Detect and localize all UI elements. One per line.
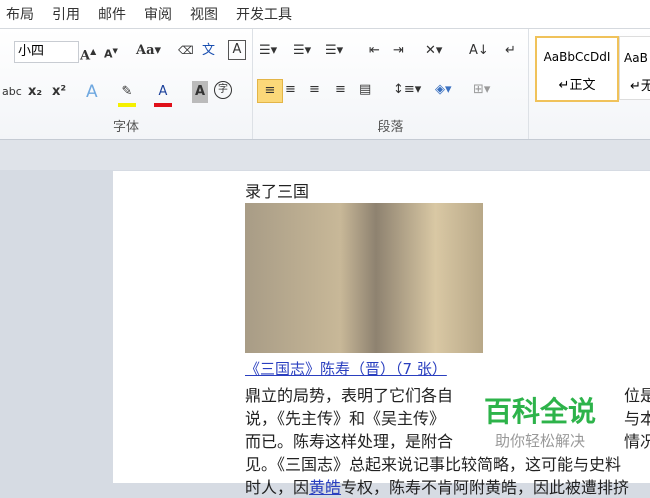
- clear-format-icon[interactable]: ⌫: [178, 40, 194, 62]
- style-preview: AaBbCcDdI: [543, 50, 611, 64]
- char-border-icon[interactable]: A: [228, 40, 246, 60]
- align-left-button[interactable]: ≡: [257, 79, 283, 103]
- ribbon: 小四 A▲ A▼ Aa▾ ⌫ 文 A abc x₂ x² A ✎ A A 字 字…: [0, 29, 650, 140]
- doc-line: 说，《先主传》和《吴主传》: [245, 409, 446, 428]
- style-name: ↵无: [630, 79, 650, 94]
- doc-line-right: 位是: [624, 386, 650, 405]
- bullets-icon[interactable]: ☰▾: [259, 40, 277, 62]
- chinese-layout-icon[interactable]: ✕▾: [425, 40, 442, 62]
- text: 专权，陈寿不肯阿附黄皓，因此被遭排挤: [341, 478, 630, 497]
- numbering-icon[interactable]: ☰▾: [293, 40, 311, 62]
- sort-icon[interactable]: A↓: [469, 40, 489, 62]
- font-group: 小四 A▲ A▼ Aa▾ ⌫ 文 A abc x₂ x² A ✎ A A 字 字…: [0, 29, 253, 139]
- ruler-area: [0, 140, 650, 170]
- menu-developer[interactable]: 开发工具: [230, 4, 292, 24]
- phonetic-guide-icon[interactable]: 文: [202, 40, 215, 62]
- huanghao-link[interactable]: 黄皓: [309, 478, 341, 497]
- superscript-icon[interactable]: x²: [52, 81, 66, 103]
- style-name: ↵正文: [558, 78, 596, 93]
- menu-bar: 布局 引用 邮件 审阅 视图 开发工具: [0, 0, 650, 29]
- text: 时人，因: [245, 478, 310, 497]
- shading-icon[interactable]: ◈▾: [435, 79, 452, 101]
- highlight-icon[interactable]: ✎: [118, 81, 136, 107]
- watermark-title: 百科全说: [483, 395, 596, 428]
- text-effect-icon[interactable]: A: [86, 81, 98, 103]
- menu-view[interactable]: 视图: [184, 4, 218, 24]
- paragraph-group: ☰▾ ☰▾ ☰▾ ⇤ ⇥ ✕▾ A↓ ↵ ≡ ≡ ≡ ≡ ▤ ↕≡▾ ◈▾ ⊞▾…: [253, 29, 529, 139]
- watermark: 百科全说 助你轻松解决: [470, 390, 610, 455]
- align-right-button[interactable]: ≡: [309, 79, 320, 101]
- doc-line: 录了三国: [245, 182, 310, 201]
- watermark-subtitle: 助你轻松解决: [494, 432, 585, 450]
- style-no-spacing[interactable]: AaB ↵无: [619, 36, 650, 100]
- paragraph-group-label: 段落: [377, 120, 404, 135]
- doc-line: 鼎立的局势，表明了它们各自: [245, 386, 454, 405]
- doc-line-right: 情况: [624, 432, 650, 451]
- font-size-select[interactable]: 小四: [14, 41, 79, 63]
- subscript-icon[interactable]: x₂: [28, 81, 42, 103]
- style-preview: AaB: [624, 51, 648, 65]
- show-marks-icon[interactable]: ↵: [505, 40, 516, 62]
- style-normal[interactable]: AaBbCcDdI ↵正文: [535, 36, 619, 102]
- menu-layout[interactable]: 布局: [0, 4, 34, 24]
- borders-icon[interactable]: ⊞▾: [473, 79, 490, 101]
- doc-line: 时人，因黄皓专权，陈寿不肯阿附黄皓，因此被遭排挤: [245, 474, 629, 498]
- doc-line-right: 与本: [624, 409, 650, 428]
- decrease-indent-icon[interactable]: ⇤: [369, 40, 380, 62]
- font-group-label: 字体: [112, 120, 139, 135]
- image-caption-link[interactable]: 《三国志》陈寿（晋）（7 张）: [245, 358, 447, 379]
- justify-button[interactable]: ≡: [335, 79, 346, 101]
- menu-mailings[interactable]: 邮件: [92, 4, 126, 24]
- menu-references[interactable]: 引用: [46, 4, 80, 24]
- change-case-button[interactable]: Aa▾: [136, 40, 161, 62]
- grow-font-button[interactable]: A▲: [80, 40, 96, 63]
- char-shading-icon[interactable]: A: [192, 81, 208, 103]
- font-color-icon[interactable]: A: [154, 81, 172, 107]
- multilevel-list-icon[interactable]: ☰▾: [325, 40, 343, 62]
- menu-review[interactable]: 审阅: [138, 4, 172, 24]
- line-spacing-icon[interactable]: ↕≡▾: [393, 79, 421, 101]
- align-center-button[interactable]: ≡: [285, 79, 296, 101]
- book-image[interactable]: [245, 203, 483, 353]
- distribute-button[interactable]: ▤: [359, 79, 371, 101]
- increase-indent-icon[interactable]: ⇥: [393, 40, 404, 62]
- enclose-char-icon[interactable]: 字: [214, 81, 232, 99]
- doc-line: 而已。陈寿这样处理，是附合: [245, 432, 454, 451]
- strikethrough-icon[interactable]: abc: [2, 81, 22, 103]
- shrink-font-button[interactable]: A▼: [104, 40, 118, 62]
